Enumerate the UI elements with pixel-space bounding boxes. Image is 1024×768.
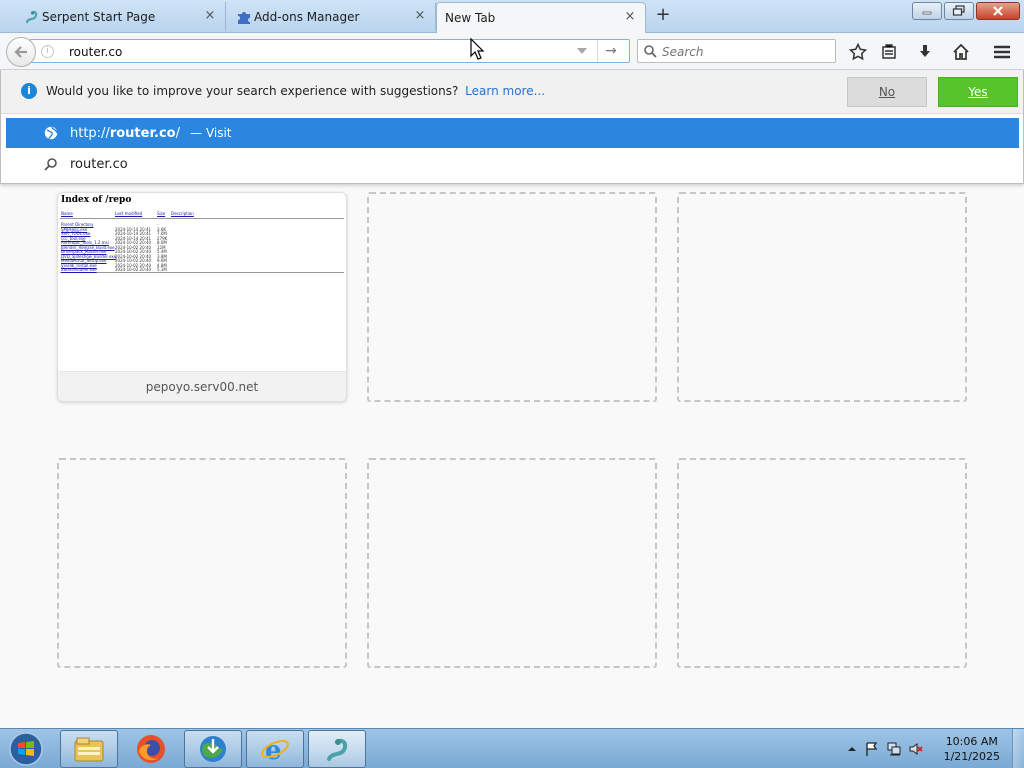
top-site-tile[interactable]: Index of /repo Name Last modified Size D… [57,192,347,402]
serpent-browser-icon [327,738,348,761]
close-window-button[interactable] [976,2,1020,20]
thumbnail-header: Size [157,211,166,216]
thumbnail-file-meta: 5.1M [157,267,167,272]
url-input[interactable] [69,43,569,60]
autocomplete-text: http://router.co/ — Visit [70,126,232,141]
clock-time: 10:06 AM [945,735,998,748]
thumbnail-header: Description [171,211,194,216]
url-bar-divider [597,40,598,62]
taskbar-file-explorer[interactable] [60,730,118,768]
notice-text: Would you like to improve your search ex… [46,84,459,98]
yes-button[interactable]: Yes [938,77,1018,107]
tab-title: Add-ons Manager [254,9,360,24]
search-icon [644,45,657,58]
site-info-icon[interactable]: i [41,45,54,58]
notice-message: Would you like to improve your search ex… [46,84,545,98]
close-icon [993,6,1003,16]
show-desktop-button[interactable] [1012,729,1024,768]
tab-title: New Tab [445,11,496,25]
empty-tile[interactable] [367,192,657,402]
window-controls [912,2,1020,20]
thumbnail-rule [60,272,344,273]
thumbnail-header: Name [61,211,73,216]
taskbar-clock[interactable]: 10:06 AM 1/21/2025 [944,734,1000,764]
site-thumbnail: Index of /repo Name Last modified Size D… [58,193,346,371]
empty-tile[interactable] [677,458,967,668]
no-button[interactable]: No [847,77,927,107]
downloads-icon[interactable] [914,41,936,63]
learn-more-link[interactable]: Learn more... [465,84,545,98]
back-button[interactable] [6,37,36,67]
taskbar-serpent-browser[interactable] [308,730,366,768]
url-prefix: http:// [70,126,110,141]
search-suggestions-notice: i Would you like to improve your search … [1,70,1023,114]
tab-serpent-start-page[interactable]: Serpent Start Page × [20,2,226,31]
puzzle-icon [238,12,250,24]
empty-tile[interactable] [677,192,967,402]
autocomplete-item-search[interactable]: router.co [6,149,1019,179]
thumbnail-rule [60,218,344,219]
autocomplete-text: router.co [70,157,128,172]
close-tab-icon[interactable]: × [623,10,637,24]
volume-muted-icon[interactable] [908,741,924,757]
file-explorer-icon [74,737,104,762]
mouse-cursor-icon [470,38,484,60]
taskbar-firefox[interactable] [122,730,180,768]
show-hidden-icons-icon[interactable] [844,741,860,757]
action-center-flag-icon[interactable] [864,741,880,757]
info-icon: i [21,83,37,99]
autocomplete-item-visit[interactable]: http://router.co/ — Visit [6,118,1019,148]
search-input[interactable] [662,43,830,60]
url-match: router.co [109,126,176,141]
new-tab-button[interactable]: + [654,6,672,24]
network-icon[interactable] [886,741,902,757]
tab-title: Serpent Start Page [42,9,156,24]
firefox-icon [137,735,165,763]
close-tab-icon[interactable]: × [203,9,217,23]
reading-list-icon[interactable] [878,41,900,63]
restore-icon [952,5,965,16]
navigation-toolbar: i → [0,33,1024,70]
windows-taskbar: e 10:06 AM 1/21/2025 [0,728,1024,768]
url-autocomplete-popup: i Would you like to improve your search … [0,70,1024,184]
serpent-icon [25,10,38,24]
minimize-button[interactable] [912,2,942,20]
empty-tile[interactable] [57,458,347,668]
visit-action-label: — Visit [190,126,232,140]
url-history-dropdown-icon[interactable] [577,48,587,54]
windows-start-icon [9,732,43,766]
download-manager-icon [200,736,226,762]
back-arrow-icon [14,46,27,58]
go-arrow-icon[interactable]: → [605,43,623,59]
globe-icon [44,126,58,140]
empty-tile[interactable] [367,458,657,668]
thumbnail-file-link: ZoomInstaller.exe [61,267,97,272]
home-icon[interactable] [950,41,972,63]
tab-strip: Serpent Start Page × Add-ons Manager × N… [0,0,1024,33]
bookmark-star-icon[interactable] [847,41,869,63]
thumbnail-header: Last modified [115,211,143,216]
menu-icon[interactable] [991,41,1013,63]
taskbar-download-manager[interactable] [184,730,242,768]
tile-caption: pepoyo.serv00.net [58,371,346,401]
system-tray: 10:06 AM 1/21/2025 [834,729,1024,768]
clock-date: 1/21/2025 [943,750,1000,763]
url-suffix: / [175,126,180,141]
minimize-icon [922,11,932,15]
restore-button[interactable] [944,2,974,20]
tab-new-tab[interactable]: New Tab × [436,2,646,33]
thumbnail-title: Index of /repo [61,195,132,205]
taskbar-internet-explorer[interactable]: e [246,730,304,768]
close-tab-icon[interactable]: × [413,9,427,23]
internet-explorer-icon: e [261,736,289,765]
url-bar[interactable]: i → [30,39,630,63]
search-icon [44,158,57,171]
tab-add-ons-manager[interactable]: Add-ons Manager × [232,2,436,31]
search-bar[interactable] [637,39,836,63]
thumbnail-file-meta: 2024-10-02 20:40 [115,267,152,272]
start-button[interactable] [4,731,48,767]
